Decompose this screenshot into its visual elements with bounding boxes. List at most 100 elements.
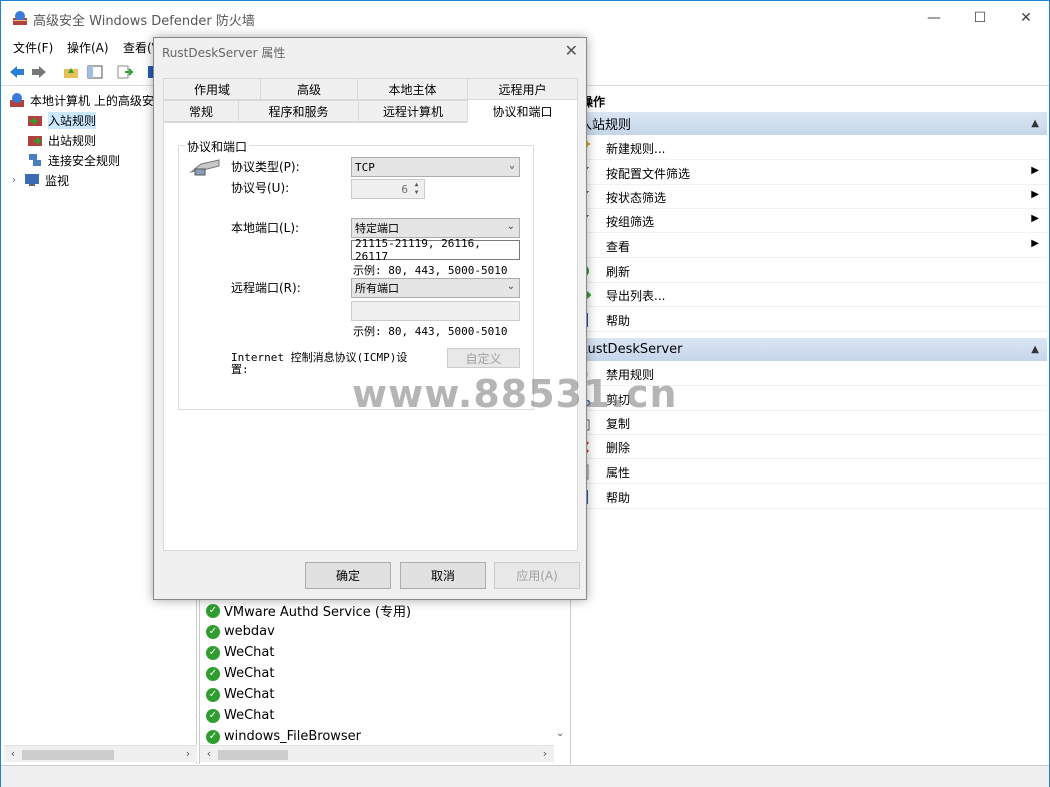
submenu-arrow-icon: ▶ <box>1031 213 1039 224</box>
list-item[interactable]: ✓ VMware Authd Service (专用) <box>206 600 411 621</box>
action-help[interactable]: ? 帮助 <box>573 308 1047 332</box>
tab-local-principals[interactable]: 本地主体 <box>357 78 468 100</box>
enabled-check-icon: ✓ <box>206 687 220 702</box>
action-help-rule[interactable]: ? 帮助 <box>573 485 1047 509</box>
tree-item-outbound-rules[interactable]: 出站规则 <box>27 131 96 149</box>
tab-remote-computers[interactable]: 远程计算机 <box>358 100 468 122</box>
submenu-arrow-icon: ▶ <box>1031 165 1039 176</box>
action-export-list[interactable]: 导出列表... <box>573 283 1047 307</box>
tree-horizontal-scrollbar[interactable]: ‹ › <box>4 745 197 762</box>
forward-arrow-icon[interactable] <box>29 62 49 82</box>
menu-file[interactable]: 文件(F) <box>13 39 53 56</box>
scroll-right-icon[interactable]: › <box>181 747 195 760</box>
tree-item-connection-security-rules[interactable]: 连接安全规则 <box>27 151 120 169</box>
menu-action[interactable]: 操作(A) <box>67 39 109 56</box>
list-item[interactable]: ✓ windows_FileBrowser <box>206 726 361 747</box>
scroll-left-icon[interactable]: ‹ <box>202 747 216 760</box>
cancel-button[interactable]: 取消 <box>400 562 486 589</box>
scroll-thumb[interactable] <box>22 750 114 760</box>
spinner-arrows-icon[interactable]: ▲ ▼ <box>410 181 423 197</box>
remote-port-select[interactable]: 所有端口 ⌄ <box>351 278 520 298</box>
collapse-up-icon[interactable]: ▲ <box>1031 344 1039 355</box>
expand-chevron-icon[interactable]: › <box>12 175 24 186</box>
window-title: 高级安全 Windows Defender 防火墙 <box>33 14 255 29</box>
rules-horizontal-scrollbar[interactable]: ‹ › <box>200 745 554 762</box>
collapse-up-icon[interactable]: ▲ <box>1031 118 1039 129</box>
dialog-title: RustDeskServer 属性 <box>162 46 286 60</box>
scroll-thumb[interactable] <box>218 750 288 760</box>
tab-scope[interactable]: 作用域 <box>163 78 261 100</box>
enabled-check-icon: ✓ <box>206 666 220 681</box>
rule-name: WeChat <box>224 666 275 681</box>
rule-name: WeChat <box>224 708 275 723</box>
rule-name: windows_FileBrowser <box>224 729 362 744</box>
remote-port-example: 示例: 80, 443, 5000-5010 <box>353 325 508 338</box>
rule-name: webdav <box>224 624 275 639</box>
submenu-arrow-icon: ▶ <box>1031 238 1039 249</box>
tab-advanced[interactable]: 高级 <box>260 78 358 100</box>
maximize-button[interactable]: ☐ <box>957 1 1003 35</box>
title-bar: 高级安全 Windows Defender 防火墙 — ☐ ✕ <box>1 1 1049 35</box>
tree-item-monitoring[interactable]: › 监视 <box>12 171 69 189</box>
scroll-right-icon[interactable]: › <box>538 747 552 760</box>
local-port-select[interactable]: 特定端口 ⌄ <box>351 218 520 238</box>
chevron-down-icon: ⌄ <box>508 160 515 171</box>
tree-root[interactable]: 本地计算机 上的高级安全 <box>9 91 166 109</box>
protocols-ports-panel: 协议和端口 协议类型(P): TCP ⌄ 协议号(U): 6 ▲ ▼ 本地端口(L… <box>163 122 578 551</box>
outbound-rules-icon <box>28 136 42 146</box>
tab-protocols-ports[interactable]: 协议和端口 <box>467 99 578 123</box>
list-item[interactable]: ✓ WeChat <box>206 663 274 684</box>
watermark-text: www.88531.cn <box>352 372 678 416</box>
action-delete[interactable]: 删除 <box>573 435 1047 459</box>
back-arrow-icon[interactable] <box>7 62 27 82</box>
actions-pane: 操作 入站规则 ▲ 新建规则... 按配置文件筛选 ▶ 按状态筛选 ▶ 按组筛选… <box>573 88 1047 764</box>
local-port-value: 特定端口 <box>355 222 399 235</box>
minimize-button[interactable]: — <box>911 1 957 35</box>
tree-item-label: 连接安全规则 <box>48 153 121 168</box>
protocol-number-stepper[interactable]: 6 ▲ ▼ <box>351 179 425 199</box>
tab-general[interactable]: 常规 <box>163 100 239 122</box>
scroll-down-icon[interactable]: ⌄ <box>556 728 564 739</box>
close-button[interactable]: ✕ <box>1003 1 1049 35</box>
local-port-input[interactable]: 21115-21119, 26116, 26117 <box>351 237 520 263</box>
section-title: RustDeskServer <box>579 342 683 357</box>
export-list-icon[interactable] <box>115 62 135 82</box>
icmp-settings-label-cont: 置: <box>231 363 249 376</box>
show-hide-console-tree-icon[interactable] <box>85 62 105 82</box>
up-folder-icon[interactable] <box>61 62 81 82</box>
tree-item-label: 监视 <box>45 173 70 188</box>
list-item[interactable]: ✓ WeChat <box>206 684 274 705</box>
customize-icmp-button[interactable]: 自定义 <box>447 348 520 368</box>
list-item[interactable]: ✓ webdav <box>206 621 275 642</box>
remote-port-value: 所有端口 <box>355 282 399 295</box>
network-cable-icon <box>189 159 220 176</box>
action-label: 按配置文件筛选 <box>606 167 691 181</box>
list-item[interactable]: ✓ WeChat <box>206 705 274 726</box>
action-properties[interactable]: 属性 <box>573 460 1047 484</box>
actions-section-inbound-rules[interactable]: 入站规则 ▲ <box>573 112 1047 135</box>
enabled-check-icon: ✓ <box>206 708 220 723</box>
protocol-number-value: 6 <box>401 182 408 196</box>
tree-item-inbound-rules[interactable]: 入站规则 <box>27 111 97 129</box>
action-filter-by-group[interactable]: 按组筛选 ▶ <box>573 209 1047 233</box>
action-filter-by-profile[interactable]: 按配置文件筛选 ▶ <box>573 161 1047 185</box>
ok-button[interactable]: 确定 <box>305 562 391 589</box>
action-filter-by-state[interactable]: 按状态筛选 ▶ <box>573 185 1047 209</box>
actions-section-selected-rule[interactable]: RustDeskServer ▲ <box>573 338 1047 361</box>
action-label: 查看 <box>606 240 631 254</box>
protocol-type-select[interactable]: TCP ⌄ <box>351 157 520 177</box>
scroll-left-icon[interactable]: ‹ <box>6 747 20 760</box>
dialog-close-icon[interactable]: ✕ <box>565 41 578 60</box>
tab-remote-users[interactable]: 远程用户 <box>467 78 578 100</box>
local-port-label: 本地端口(L): <box>231 221 300 235</box>
list-item[interactable]: ✓ WeChat <box>206 642 274 663</box>
remote-port-input[interactable] <box>351 301 520 321</box>
rule-name: WeChat <box>224 687 275 702</box>
action-refresh[interactable]: 刷新 <box>573 259 1047 283</box>
rule-properties-dialog: RustDeskServer 属性 ✕ 作用域 高级 本地主体 远程用户 常规 … <box>153 37 587 600</box>
tab-programs-services[interactable]: 程序和服务 <box>238 100 359 122</box>
action-view[interactable]: 查看 ▶ <box>573 234 1047 258</box>
local-port-example: 示例: 80, 443, 5000-5010 <box>353 264 508 277</box>
action-new-rule[interactable]: 新建规则... <box>573 136 1047 160</box>
apply-button[interactable]: 应用(A) <box>494 562 580 589</box>
